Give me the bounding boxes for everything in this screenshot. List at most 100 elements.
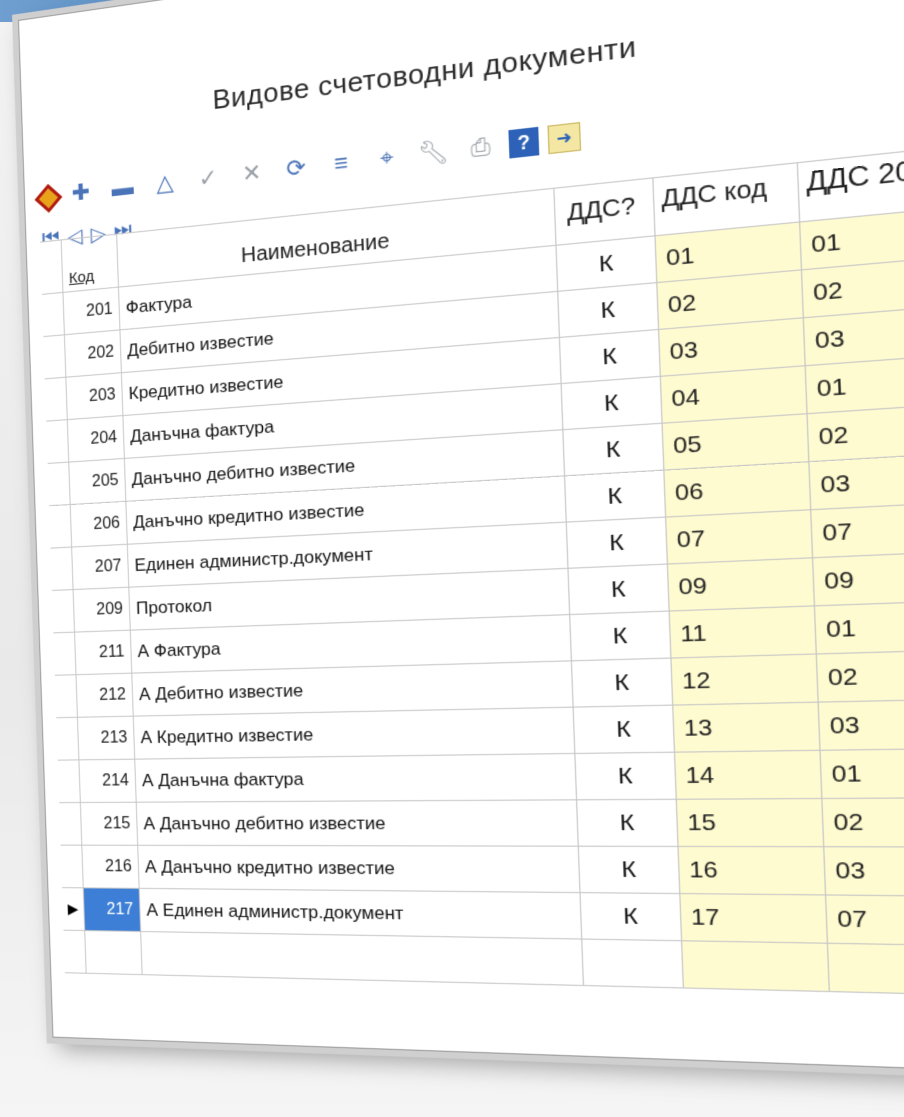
menu-icon[interactable]: ≡ [322, 143, 360, 183]
cell-dds-kod[interactable]: 15 [676, 799, 825, 847]
document-types-window: Видове счетоводни документи – ☐ ✕ ✚ ▬ △ … [18, 0, 904, 1074]
cell-dds-2007[interactable]: 09 [813, 550, 904, 606]
cell-kod[interactable]: 206 [70, 501, 128, 547]
cell-kod[interactable]: 205 [69, 458, 127, 505]
cancel-icon[interactable]: ✕ [233, 154, 270, 193]
exit-icon[interactable]: ➜ [547, 121, 582, 155]
cell-dds-kod[interactable]: 12 [671, 654, 819, 705]
cell-name[interactable]: А Данъчно дебитно известие [136, 800, 579, 846]
cell-dds-kod[interactable]: 14 [675, 750, 823, 799]
cell-dds-2007[interactable]: 03 [809, 452, 904, 510]
row-indicator [53, 632, 77, 675]
minus-icon[interactable]: ▬ [105, 169, 140, 207]
row-indicator [54, 675, 78, 718]
refresh-icon[interactable]: ⟳ [277, 148, 314, 188]
column-header-dds-label: ДДС? [566, 191, 636, 226]
cell-dds-kod[interactable]: 09 [668, 558, 816, 611]
cell-dds[interactable]: К [570, 611, 672, 661]
plus-icon[interactable]: ✚ [63, 174, 98, 212]
cell-dds[interactable]: К [565, 470, 667, 522]
cell-kod[interactable]: 204 [67, 416, 125, 462]
cell-dds-kod[interactable]: 06 [664, 462, 812, 517]
row-indicator [41, 292, 65, 337]
cell-dds[interactable]: К [556, 236, 658, 291]
printer-icon[interactable]: ⎙ [461, 127, 501, 168]
cell-dds-kod[interactable]: 05 [662, 414, 810, 470]
filter-icon[interactable]: ⌖ [368, 138, 407, 178]
table-row[interactable]: 215 А Данъчно дебитно известие К 15 02 [59, 798, 904, 848]
cell-kod[interactable]: 203 [66, 373, 124, 420]
cell-dds[interactable]: К [572, 658, 674, 707]
cell-dds-2007[interactable]: 02 [816, 649, 904, 702]
cell-dds-kod[interactable]: 13 [673, 702, 821, 752]
cell-dds[interactable]: К [573, 705, 676, 753]
cell-dds-2007[interactable]: 07 [811, 501, 904, 558]
cell-kod[interactable]: 209 [73, 587, 131, 632]
empty-cell[interactable] [63, 930, 87, 973]
column-header-dds-2007[interactable]: ДДС 2007 [797, 144, 904, 223]
cell-dds[interactable]: К [568, 564, 670, 614]
cell-dds[interactable]: К [577, 799, 679, 846]
column-header-name-label: Наименование [240, 229, 390, 268]
row-indicator [47, 462, 71, 506]
column-header-kod[interactable]: Код [61, 234, 119, 293]
row-indicator [46, 420, 70, 463]
cell-dds-2007[interactable]: 03 [824, 847, 904, 897]
cell-dds-2007[interactable]: 01 [815, 600, 904, 654]
cell-kod[interactable]: 201 [63, 287, 121, 335]
app-diamond-icon [34, 184, 63, 213]
data-grid: Код Наименование ДДС? ДДС код ДДС 2007 2… [40, 143, 904, 1016]
empty-cell[interactable] [828, 943, 904, 996]
cell-name[interactable]: А Единен администр.документ [139, 888, 583, 939]
column-header-kod-label: Код [68, 267, 95, 288]
column-header-dds-kod-label: ДДС код [660, 173, 768, 213]
cell-dds-kod[interactable]: 17 [680, 894, 829, 943]
cell-dds[interactable]: К [578, 846, 681, 894]
row-indicator [51, 590, 76, 633]
cell-dds[interactable]: К [558, 283, 660, 337]
column-header-dds[interactable]: ДДС? [554, 178, 656, 246]
cell-dds-2007[interactable]: 02 [822, 798, 904, 847]
row-indicator [43, 335, 67, 379]
cell-dds[interactable]: К [580, 893, 683, 941]
help-icon[interactable]: ? [508, 126, 540, 159]
cell-dds[interactable]: К [560, 329, 661, 383]
wrench-icon[interactable]: 🔧︎ [414, 132, 453, 173]
cell-dds-kod[interactable]: 04 [660, 366, 808, 423]
cell-dds-2007[interactable]: 03 [818, 699, 904, 750]
cell-kod[interactable]: 211 [75, 630, 133, 675]
cell-dds[interactable]: К [566, 517, 668, 568]
cell-dds[interactable]: К [575, 752, 677, 800]
row-indicator [60, 845, 84, 888]
cell-kod[interactable]: 215 [80, 802, 139, 845]
cell-dds-kod[interactable]: 16 [678, 846, 827, 895]
cell-name[interactable]: А Данъчно кредитно известие [138, 845, 581, 893]
minimize-button[interactable]: – [716, 0, 779, 10]
cell-kod[interactable]: 213 [77, 716, 136, 760]
cell-dds[interactable]: К [561, 376, 663, 430]
row-indicator [50, 547, 74, 590]
cell-dds-2007[interactable]: 01 [820, 748, 904, 798]
cell-kod[interactable]: 216 [82, 845, 140, 888]
empty-cell[interactable] [85, 931, 143, 975]
empty-cell[interactable] [682, 941, 830, 991]
cell-kod[interactable]: 207 [72, 544, 130, 590]
row-indicator [49, 505, 73, 548]
empty-cell[interactable] [582, 939, 684, 988]
row-indicator [57, 760, 81, 803]
cell-kod[interactable]: 202 [64, 330, 122, 377]
cell-dds-kod[interactable]: 07 [666, 510, 814, 564]
cell-name[interactable]: А Кредитно известие [133, 707, 576, 759]
cell-dds[interactable]: К [563, 423, 665, 476]
cell-kod[interactable]: 212 [76, 673, 134, 717]
empty-cell[interactable] [141, 932, 585, 985]
cell-dds-2007[interactable]: 07 [826, 895, 904, 946]
cell-kod[interactable]: 214 [79, 759, 137, 802]
cell-name[interactable]: А Данъчна фактура [135, 754, 578, 802]
cell-dds-kod[interactable]: 11 [669, 606, 817, 658]
triangle-up-icon[interactable]: △ [147, 164, 183, 203]
checkmark-icon[interactable]: ✓ [190, 159, 226, 198]
row-indicator [59, 803, 83, 845]
row-indicator: ▶ [62, 888, 86, 931]
cell-kod[interactable]: 217 [83, 888, 142, 931]
